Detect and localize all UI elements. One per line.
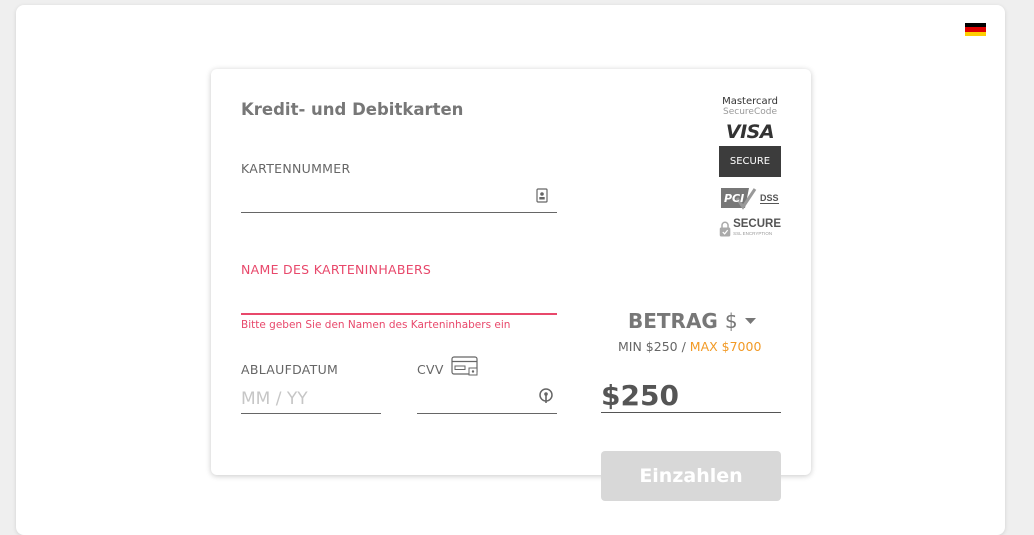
payment-card: Kredit- und Debitkarten KARTENNUMMER NAM… bbox=[211, 69, 811, 501]
visa-logo: VISA bbox=[725, 121, 775, 143]
card-number-label: KARTENNUMMER bbox=[241, 161, 351, 176]
expiry-label: ABLAUFDATUM bbox=[241, 362, 339, 377]
lock-icon bbox=[539, 388, 553, 403]
card-holder-label: NAME DES KARTENINHABERS bbox=[241, 262, 432, 277]
deposit-button[interactable]: Einzahlen bbox=[601, 451, 781, 501]
pci-shield-icon: PCI bbox=[721, 188, 757, 210]
amount-limits: MIN $250 / MAX $7000 bbox=[618, 339, 761, 354]
securecode-text: SecureCode bbox=[723, 107, 777, 117]
card-scan-icon[interactable] bbox=[536, 188, 548, 203]
expiry-input[interactable] bbox=[241, 384, 381, 414]
dss-text: DSS bbox=[760, 192, 779, 204]
card-holder-error: Bitte geben Sie den Namen des Karteninha… bbox=[241, 319, 511, 331]
amount-input[interactable] bbox=[601, 379, 781, 413]
chevron-down-icon bbox=[744, 318, 756, 324]
form-title: Kredit- und Debitkarten bbox=[241, 100, 464, 119]
max-amount-text: MAX $7000 bbox=[689, 339, 762, 354]
cvv-input[interactable] bbox=[417, 384, 557, 414]
security-badges: Mastercard SecureCode VISA SECURE PCI DS… bbox=[719, 97, 781, 240]
mastercard-text: Mastercard bbox=[722, 96, 778, 107]
min-amount-text: MIN $250 / bbox=[618, 339, 686, 354]
ssl-encryption-text: SSL ENCRYPTION bbox=[733, 231, 773, 236]
germany-flag-icon[interactable] bbox=[965, 23, 986, 36]
amount-currency-selector[interactable]: BETRAG $ bbox=[628, 309, 756, 333]
mastercard-securecode-logo: Mastercard SecureCode bbox=[719, 96, 781, 118]
flag-stripe-gold bbox=[965, 31, 986, 36]
cvv-label: CVV bbox=[417, 362, 444, 377]
currency-symbol: $ bbox=[724, 309, 738, 333]
card-number-input[interactable] bbox=[241, 186, 557, 213]
secure-badge: SECURE bbox=[719, 146, 781, 177]
ssl-secure-logo: SECURE SSL ENCRYPTION bbox=[719, 218, 781, 240]
svg-text:PCI: PCI bbox=[724, 192, 744, 205]
ssl-secure-text: SECURE bbox=[733, 218, 781, 230]
pci-dss-logo: PCI DSS bbox=[719, 185, 781, 211]
padlock-icon bbox=[719, 221, 731, 237]
cvv-card-icon bbox=[451, 356, 478, 376]
card-holder-input[interactable] bbox=[241, 287, 557, 315]
amount-label: BETRAG bbox=[628, 309, 718, 333]
